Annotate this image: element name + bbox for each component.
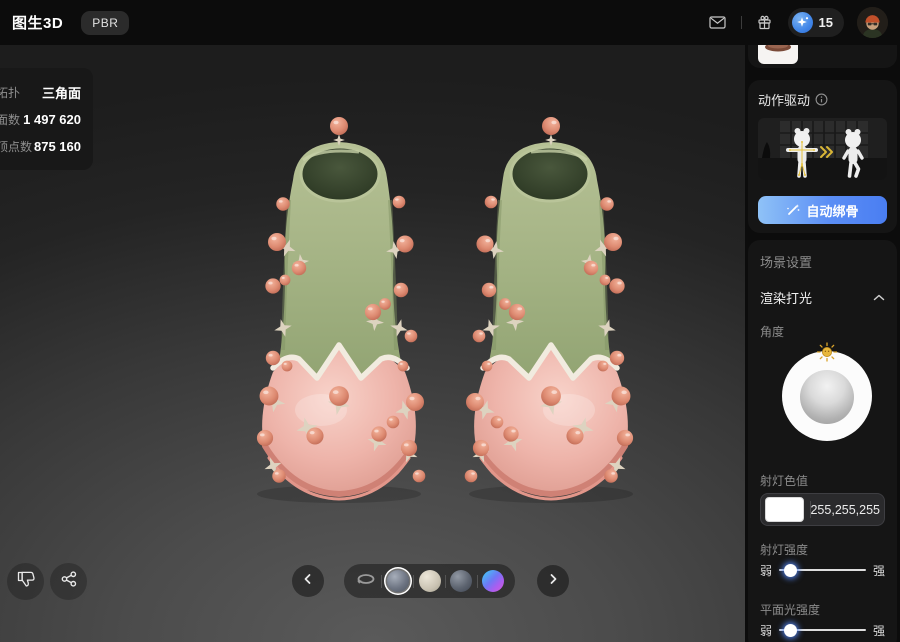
material-sphere-clay[interactable] <box>419 570 441 592</box>
flat-intensity-slider: 弱 强 <box>760 622 885 638</box>
stats-value: 三角面 <box>42 83 81 102</box>
avatar[interactable] <box>857 7 888 38</box>
action-drive-card: 动作驱动 <box>748 80 897 233</box>
stats-value: 1 497 620 <box>23 112 81 127</box>
thumbs-down-icon <box>17 570 35 593</box>
scene-settings-card: 场景设置 渲染打光 角度 <box>748 240 897 642</box>
angle-label: 角度 <box>760 323 885 340</box>
spot-intensity-thumb[interactable] <box>784 564 797 577</box>
divider <box>477 575 478 588</box>
strong-label: 强 <box>873 562 885 579</box>
rigging-preview-image <box>758 118 887 180</box>
render-lighting-title: 渲染打光 <box>760 288 812 307</box>
rotate-icon[interactable] <box>355 571 377 592</box>
model-shoes <box>215 110 665 510</box>
stats-label: 拓扑 <box>0 84 20 101</box>
chevron-right-icon <box>545 571 561 592</box>
settings-sidebar: 动作驱动 <box>745 0 900 642</box>
mail-icon <box>709 16 726 29</box>
credits-count: 15 <box>819 15 833 30</box>
divider <box>381 575 382 588</box>
topbar: 图生3D PBR 15 <box>0 0 900 45</box>
share-icon <box>60 570 78 593</box>
chevron-up-icon <box>873 294 885 301</box>
share-button[interactable] <box>50 563 87 600</box>
divider <box>741 16 742 29</box>
spot-color-input[interactable]: 255,255,255 <box>760 493 885 526</box>
credits-pill[interactable]: 15 <box>788 8 844 37</box>
topbar-actions: 15 <box>708 7 888 38</box>
spot-intensity-track[interactable] <box>779 569 866 571</box>
pbr-badge: PBR <box>81 11 129 35</box>
material-sphere-textured[interactable] <box>387 570 409 592</box>
light-angle-sphere <box>800 370 854 424</box>
gift-icon <box>757 15 772 30</box>
chevron-left-icon <box>300 571 316 592</box>
auto-rig-button[interactable]: 自动绑骨 <box>758 196 887 224</box>
divider <box>445 575 446 588</box>
prev-model-button[interactable] <box>292 565 324 597</box>
messages-button[interactable] <box>708 13 728 33</box>
info-icon[interactable] <box>815 93 828 106</box>
flat-intensity-thumb[interactable] <box>784 624 797 637</box>
page-title: 图生3D <box>12 12 63 33</box>
flat-intensity-label: 平面光强度 <box>760 601 820 618</box>
auto-rig-label: 自动绑骨 <box>806 201 858 220</box>
wand-icon <box>786 203 800 217</box>
action-drive-header: 动作驱动 <box>758 90 887 109</box>
stats-row-faces: 面数 1 497 620 <box>0 107 81 131</box>
stats-row-topology: 拓扑 三角面 <box>0 80 81 104</box>
render-lighting-header[interactable]: 渲染打光 <box>760 288 885 307</box>
divider <box>413 575 414 588</box>
spot-color-label: 射灯色值 <box>760 472 808 489</box>
credits-coin-icon <box>792 12 813 33</box>
spot-intensity-label: 射灯强度 <box>760 541 808 558</box>
material-sphere-stone[interactable] <box>450 570 472 592</box>
stats-row-vertices: 顶点数 875 160 <box>0 134 81 158</box>
color-swatch[interactable] <box>765 497 804 522</box>
stats-label: 面数 <box>0 111 20 128</box>
weak-label: 弱 <box>760 622 772 639</box>
next-model-button[interactable] <box>537 565 569 597</box>
material-sphere-gradient[interactable] <box>482 570 504 592</box>
app-root: 拓扑 三角面 面数 1 497 620 顶点数 875 160 <box>0 0 900 642</box>
light-angle-widget[interactable] <box>782 351 872 441</box>
rewards-button[interactable] <box>755 13 775 33</box>
scene-settings-title[interactable]: 场景设置 <box>760 252 885 271</box>
spot-intensity-slider: 弱 强 <box>760 562 885 578</box>
strong-label: 强 <box>873 622 885 639</box>
model-stats-panel: 拓扑 三角面 面数 1 497 620 顶点数 875 160 <box>0 68 93 170</box>
flat-intensity-track[interactable] <box>779 629 866 631</box>
dislike-button[interactable] <box>7 563 44 600</box>
material-toolbar <box>344 564 515 598</box>
weak-label: 弱 <box>760 562 772 579</box>
sun-icon[interactable] <box>809 341 845 368</box>
stats-value: 875 160 <box>34 139 81 154</box>
stats-label: 顶点数 <box>0 138 32 155</box>
spot-color-value: 255,255,255 <box>810 503 880 517</box>
viewport-3d[interactable]: 拓扑 三角面 面数 1 497 620 顶点数 875 160 <box>0 45 745 642</box>
action-drive-title: 动作驱动 <box>758 90 810 109</box>
